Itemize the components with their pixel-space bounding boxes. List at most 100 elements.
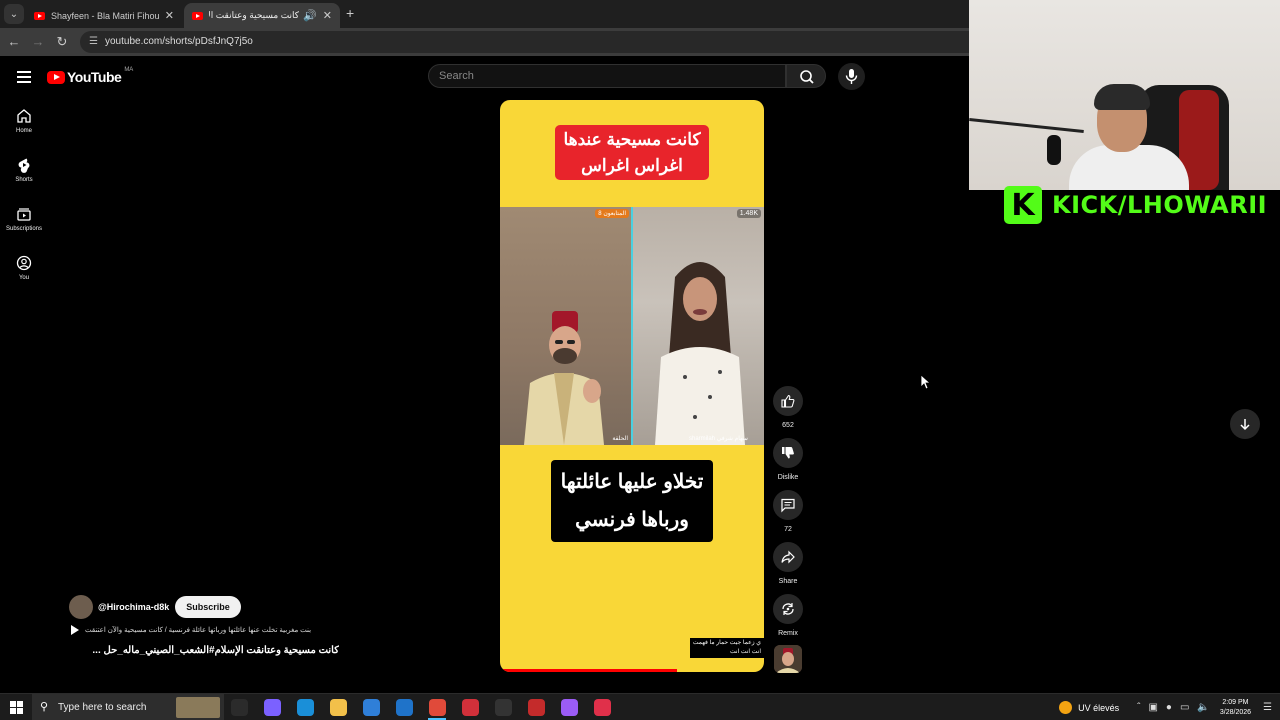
streamer-cap: [1094, 84, 1150, 110]
channel-avatar[interactable]: [69, 595, 93, 619]
guide-item-subscriptions[interactable]: Subscriptions: [0, 206, 48, 232]
guide-label: Home: [15, 128, 32, 134]
viewer-count-badge: 1.48K: [736, 209, 761, 218]
share-label: Share: [778, 578, 798, 585]
like-button[interactable]: 652: [772, 386, 804, 429]
comments-button[interactable]: 72: [772, 490, 804, 533]
mouse-cursor-icon: [920, 374, 930, 390]
back-arrow-icon[interactable]: ←: [6, 34, 22, 49]
microphone-tray-icon[interactable]: ●: [1166, 702, 1172, 713]
reload-icon[interactable]: ↻: [54, 34, 70, 50]
remix-icon: [782, 603, 794, 615]
close-tab-icon[interactable]: ✕: [323, 9, 332, 22]
chevron-up-icon[interactable]: ˆ: [1137, 702, 1140, 713]
progress-bar[interactable]: [500, 669, 677, 672]
thumbs-up-icon: [781, 394, 795, 408]
notifications-icon[interactable]: ☰: [1263, 702, 1272, 713]
guide-label: Subscriptions: [5, 226, 43, 232]
guide-label: Shorts: [15, 177, 33, 183]
edge-icon[interactable]: [297, 699, 314, 716]
search-icon: [800, 70, 814, 84]
outlook-icon[interactable]: [396, 699, 413, 716]
right-stream-panel: 1.48K sharmilah سهام شرفي: [633, 207, 764, 445]
caption-line: ورباها فرنسي: [575, 509, 689, 531]
search-icon: ⚲: [40, 701, 49, 713]
streaming-microphone: [1047, 135, 1061, 165]
clock[interactable]: 2:09 PM 3/28/2026: [1220, 698, 1251, 717]
right-stream-name: sharmilah سهام شرفي: [689, 436, 748, 442]
task-view-icon[interactable]: [231, 699, 248, 716]
capcut-icon[interactable]: [594, 699, 611, 716]
weather-text[interactable]: UV élevés: [1078, 703, 1119, 713]
sound-thumbnail[interactable]: [774, 645, 802, 673]
guide-item-you[interactable]: You: [0, 255, 48, 281]
subscriptions-icon: [17, 208, 31, 221]
sound-row[interactable]: بنت مغربية تخلت عنها عائلتها ورباتها عائ…: [71, 625, 341, 635]
taskbar-search-placeholder: Type here to search: [58, 702, 147, 713]
channel-name[interactable]: @Hirochima-d8k: [98, 602, 169, 612]
share-button[interactable]: Share: [772, 542, 804, 585]
forward-arrow-icon[interactable]: →: [30, 34, 46, 49]
search-input[interactable]: [439, 70, 759, 82]
obs-icon[interactable]: [462, 699, 479, 716]
caption-line: اغراس اغراس: [581, 155, 683, 175]
chrome-icon[interactable]: [429, 699, 446, 716]
shorts-icon: [18, 158, 30, 173]
audio-icon[interactable]: 🔊: [303, 9, 317, 22]
dislike-button[interactable]: Dislike: [772, 438, 804, 481]
share-icon: [781, 550, 795, 564]
search-box[interactable]: [428, 64, 786, 88]
sound-text: بنت مغربية تخلت عنها عائلتها ورباتها عائ…: [85, 627, 312, 634]
battery-icon[interactable]: ▭: [1180, 702, 1189, 713]
4k-app-icon[interactable]: [495, 699, 512, 716]
store-icon[interactable]: [363, 699, 380, 716]
kick-logo-icon: K: [1004, 186, 1042, 224]
sound-avatar-image: [774, 645, 802, 673]
woman-image: [655, 262, 745, 445]
voice-search-button[interactable]: [838, 63, 865, 90]
messenger-icon[interactable]: [561, 699, 578, 716]
close-tab-icon[interactable]: ✕: [165, 9, 174, 22]
windows-taskbar: ⚲ Type here to search UV élevés ˆ ▣ ● ▭ …: [0, 693, 1280, 720]
taskbar-search[interactable]: ⚲ Type here to search: [32, 694, 224, 720]
windows-start-icon[interactable]: [10, 701, 23, 714]
copilot-icon[interactable]: [264, 699, 281, 716]
like-count: 652: [782, 422, 794, 429]
home-icon: [17, 109, 31, 123]
arrow-down-icon: [1240, 419, 1250, 431]
file-explorer-icon[interactable]: [330, 699, 347, 716]
caption-line: كانت مسيحية عندها: [563, 130, 701, 149]
youtube-logo[interactable]: YouTube MA: [47, 67, 133, 85]
new-tab-button[interactable]: +: [346, 5, 354, 21]
kick-banner: K KICK/LHOWARII: [1004, 183, 1269, 227]
left-stream-name: الحلقة: [612, 436, 628, 442]
logo-text: YouTube: [67, 69, 122, 85]
record-app-icon[interactable]: [528, 699, 545, 716]
tab-search-icon[interactable]: ⌄: [4, 4, 24, 24]
thumbs-down-icon: [782, 447, 794, 459]
webcam-overlay: [969, 0, 1280, 190]
volume-icon[interactable]: 🔈: [1197, 702, 1209, 713]
bottom-caption: تخلاو عليها عائلتها ورباها فرنسي: [500, 460, 764, 542]
network-icon[interactable]: ▣: [1148, 702, 1157, 713]
short-video-player[interactable]: كانت مسيحية عندها اغراس اغراس 8 المتابعو…: [500, 100, 764, 672]
clock-date: 3/28/2026: [1219, 708, 1252, 716]
tab-current-short[interactable]: كانت مسيحية وعتانقت الإسلام 🔊 ✕: [184, 3, 340, 28]
next-short-button[interactable]: [1230, 409, 1260, 439]
search-button[interactable]: [786, 64, 826, 88]
guide-item-shorts[interactable]: Shorts: [0, 157, 48, 183]
kick-channel-text: KICK/LHOWARII: [1052, 191, 1268, 219]
guide-item-home[interactable]: Home: [0, 108, 48, 134]
subscribe-button[interactable]: Subscribe: [175, 596, 241, 618]
dislike-label: Dislike: [777, 474, 799, 481]
caption-line: تخلاو عليها عائلتها: [560, 471, 704, 493]
site-info-icon[interactable]: ☰: [89, 36, 98, 47]
short-title[interactable]: كانت مسيحية وعتانقت الإسلام#الشعب_الصيني…: [69, 645, 339, 656]
menu-icon[interactable]: [17, 71, 31, 86]
address-bar[interactable]: ☰ youtube.com/shorts/pDsfJnQ7j5o: [80, 31, 980, 53]
remix-button[interactable]: Remix: [772, 594, 804, 637]
youtube-header: YouTube MA: [0, 56, 970, 98]
url-text[interactable]: youtube.com/shorts/pDsfJnQ7j5o: [105, 36, 253, 47]
tab-shayfeen[interactable]: Shayfeen - Bla Matiri Fihoum (Of ✕: [26, 3, 182, 28]
channel-row: @Hirochima-d8k Subscribe: [69, 595, 241, 619]
